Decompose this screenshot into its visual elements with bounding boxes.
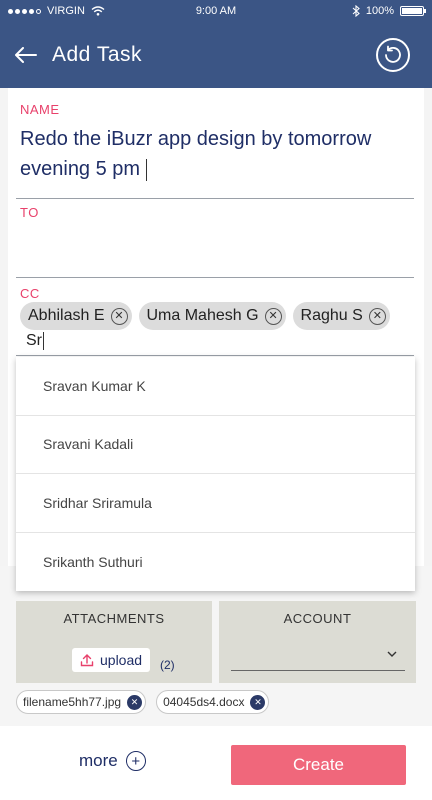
cc-underline xyxy=(16,355,414,356)
left-gutter xyxy=(0,88,8,566)
name-underline xyxy=(16,198,414,199)
more-label: more xyxy=(79,751,118,770)
suggestion-item[interactable]: Sridhar Sriramula xyxy=(16,474,415,533)
remove-file-icon[interactable]: ✕ xyxy=(250,694,266,710)
remove-file-icon[interactable]: ✕ xyxy=(127,694,143,710)
name-label: NAME xyxy=(20,102,60,117)
to-label: TO xyxy=(20,205,39,220)
signal-icon xyxy=(8,8,41,14)
account-label: ACCOUNT xyxy=(283,611,352,626)
text-caret xyxy=(146,158,148,181)
upload-label: upload xyxy=(100,652,143,668)
cc-chip-label: Uma Mahesh G xyxy=(146,307,259,324)
cc-label: CC xyxy=(20,286,40,301)
status-right: 100% xyxy=(274,5,426,17)
status-time: 9:00 AM xyxy=(195,5,237,17)
to-underline xyxy=(16,277,414,278)
attached-files: filename5hh77.jpg ✕ 04045ds4.docx ✕ xyxy=(16,690,270,714)
back-button[interactable] xyxy=(0,22,52,88)
text-caret xyxy=(43,332,44,350)
chevron-down-icon xyxy=(387,651,397,657)
cc-chip: Uma Mahesh G ✕ xyxy=(138,302,286,330)
status-left: VIRGIN xyxy=(8,5,158,17)
app-bar: Add Task xyxy=(0,22,432,88)
upload-button[interactable]: upload xyxy=(72,648,151,672)
cc-chip-label: Abhilash E xyxy=(28,307,105,324)
battery-icon xyxy=(400,6,426,16)
name-input[interactable]: Redo the iBuzr app design by tomorrow ev… xyxy=(20,124,400,184)
cc-chip-label: Raghu S xyxy=(300,307,363,324)
attachment-count: (2) xyxy=(160,658,175,672)
suggestion-dropdown: Sravan Kumar K Sravani Kadali Sridhar Sr… xyxy=(16,357,415,591)
battery-level xyxy=(402,8,422,14)
to-input[interactable] xyxy=(20,228,410,268)
remove-chip-icon[interactable]: ✕ xyxy=(110,307,128,325)
suggestion-item[interactable]: Sravani Kadali xyxy=(16,416,415,474)
create-button[interactable]: Create xyxy=(231,745,406,785)
account-select[interactable] xyxy=(231,643,405,671)
page-title: Add Task xyxy=(52,43,142,66)
more-button[interactable]: more + xyxy=(79,751,146,771)
attachments-label: ATTACHMENTS xyxy=(63,611,165,626)
reset-button[interactable] xyxy=(376,38,410,72)
suggestion-item[interactable]: Sravan Kumar K xyxy=(16,357,415,416)
attachments-box: ATTACHMENTS upload (2) xyxy=(16,601,212,683)
cc-chip: Raghu S ✕ xyxy=(292,302,390,330)
right-gutter xyxy=(424,88,432,566)
battery-percent: 100% xyxy=(365,5,394,17)
wifi-icon xyxy=(91,6,105,16)
account-box: ACCOUNT xyxy=(219,601,416,683)
bluetooth-icon xyxy=(352,5,360,17)
file-name: filename5hh77.jpg xyxy=(23,695,122,709)
carrier-name: VIRGIN xyxy=(47,5,85,17)
status-bar: VIRGIN 9:00 AM 100% xyxy=(0,0,432,22)
file-chip: 04045ds4.docx ✕ xyxy=(156,690,270,714)
cc-input-text: Sr xyxy=(26,332,42,350)
remove-chip-icon[interactable]: ✕ xyxy=(264,307,282,325)
name-text: Redo the iBuzr app design by tomorrow ev… xyxy=(20,128,372,180)
upload-icon xyxy=(80,654,94,667)
cc-chip: Abhilash E ✕ xyxy=(20,302,132,330)
plus-circle-icon: + xyxy=(125,751,146,771)
cc-input[interactable]: Sr xyxy=(26,332,44,350)
back-arrow-icon xyxy=(15,47,37,63)
cc-chip-list: Abhilash E ✕ Uma Mahesh G ✕ Raghu S ✕ xyxy=(20,302,390,330)
refresh-icon xyxy=(385,45,401,63)
suggestion-item[interactable]: Srikanth Suthuri xyxy=(16,533,415,592)
remove-chip-icon[interactable]: ✕ xyxy=(368,307,386,325)
file-name: 04045ds4.docx xyxy=(163,695,245,709)
file-chip: filename5hh77.jpg ✕ xyxy=(16,690,147,714)
footer: more + Create xyxy=(0,726,432,800)
